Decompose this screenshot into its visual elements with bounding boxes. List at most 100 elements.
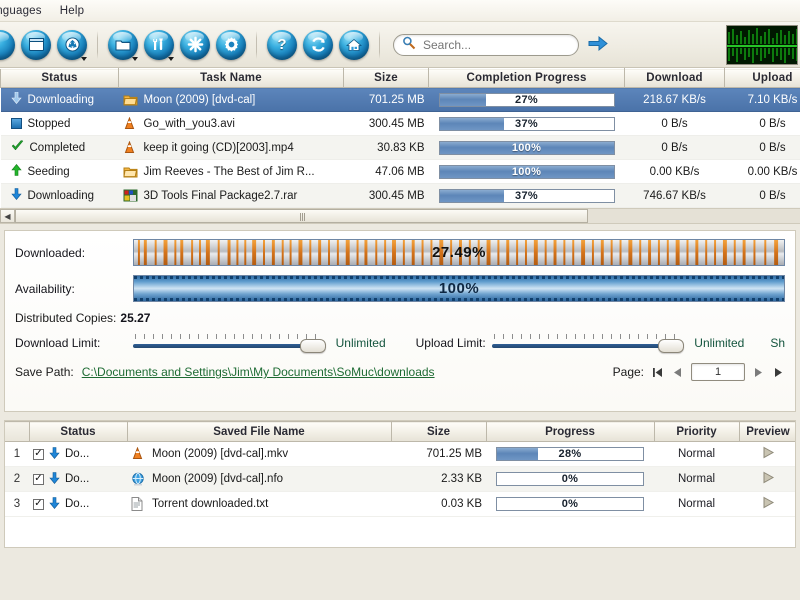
first-page-icon[interactable] (651, 365, 664, 380)
cell-size: 47.06 MB (343, 159, 429, 184)
menu-item-languages[interactable]: Languages (0, 3, 51, 19)
download-limit-slider[interactable] (133, 334, 326, 353)
column-header-upload[interactable]: Upload (724, 68, 800, 88)
toolbar-button-open-folder[interactable] (105, 26, 141, 64)
column-header-completion-progress[interactable]: Completion Progress (428, 68, 625, 88)
wrench-icon (144, 29, 174, 60)
cell-download: 218.67 KB/s (624, 87, 725, 112)
file-checkbox[interactable]: ✓ (33, 498, 44, 510)
progress-label: 100% (511, 165, 542, 178)
status-text: Do... (65, 498, 90, 510)
toolbar: ? (0, 22, 800, 68)
menu-item-help[interactable]: Help (51, 3, 93, 19)
toolbar-button-open-orb[interactable] (0, 26, 18, 64)
toolbar-button-refresh[interactable] (300, 26, 336, 64)
column-header-status[interactable]: Status (0, 68, 119, 88)
progress-label: 37% (515, 189, 538, 202)
column-header-size[interactable]: Size (390, 421, 487, 442)
chevron-down-icon[interactable] (81, 56, 87, 61)
scroll-track[interactable] (15, 209, 800, 223)
list-item[interactable]: 1 ✓ Do... Moon (2009) [dvd-cal].mkv 701.… (5, 441, 795, 467)
column-header-download[interactable]: Download (624, 68, 725, 88)
task-table-horizontal-scrollbar[interactable]: ◀ (0, 208, 800, 224)
cell-preview[interactable] (739, 491, 795, 517)
status-text: Do... (65, 448, 90, 460)
task-name-text: Moon (2009) [dvd-cal] (143, 93, 256, 106)
toolbar-button-help[interactable]: ? (264, 26, 300, 64)
slider-knob[interactable] (299, 339, 326, 353)
toolbar-button-settings[interactable] (213, 26, 249, 64)
scroll-left-icon[interactable]: ◀ (0, 209, 15, 223)
table-row[interactable]: Downloading Moon (2009) [dvd-cal] 701.25… (0, 87, 800, 112)
search-box[interactable] (393, 33, 579, 56)
play-icon[interactable] (762, 446, 775, 462)
file-checkbox[interactable]: ✓ (33, 473, 44, 485)
column-header-preview[interactable]: Preview (738, 421, 795, 442)
toolbar-separator-1 (97, 30, 98, 59)
file-checkbox[interactable]: ✓ (33, 448, 44, 460)
refresh-icon (303, 29, 333, 60)
cell-preview[interactable] (739, 441, 795, 467)
cell-file-name: Moon (2009) [dvd-cal].nfo (127, 466, 391, 492)
cell-size: 300.45 MB (343, 111, 429, 136)
toolbar-button-new-task[interactable] (18, 26, 54, 64)
status-text: Downloading (27, 93, 95, 106)
search-go-icon[interactable] (588, 35, 608, 55)
cell-progress: 27% (428, 87, 625, 112)
availability-bar: 100% (133, 275, 785, 302)
column-header-saved-file-name[interactable]: Saved File Name (126, 421, 392, 442)
toolbar-separator-3 (379, 30, 380, 59)
cell-download: 0.00 KB/s (624, 159, 725, 184)
save-path-link[interactable]: C:\Documents and Settings\Jim\My Documen… (82, 365, 435, 379)
cell-priority[interactable]: Normal (654, 491, 739, 517)
table-row[interactable]: Completed keep it going (CD)[2003].mp4 3… (0, 135, 800, 160)
column-header-size[interactable]: Size (343, 68, 429, 88)
cell-preview[interactable] (739, 466, 795, 492)
cell-progress: 28% (486, 441, 654, 467)
list-item[interactable]: 3 ✓ Do... Torrent downloaded.txt 0.03 KB… (5, 491, 795, 517)
cell-upload: 0.00 KB/s (724, 159, 800, 184)
toolbar-button-connection[interactable] (177, 26, 213, 64)
toolbar-button-delete-task[interactable] (54, 26, 90, 64)
column-header-progress[interactable]: Progress (485, 421, 655, 442)
vlc-cone-icon (123, 116, 138, 131)
page-label: Page: (612, 365, 644, 379)
download-limit-value: Unlimited (335, 336, 386, 350)
play-icon[interactable] (762, 496, 775, 512)
column-header-task-name[interactable]: Task Name (118, 68, 344, 88)
chevron-down-icon[interactable] (132, 56, 138, 61)
cell-priority[interactable]: Normal (654, 466, 739, 492)
toolbar-group-tools (105, 22, 249, 67)
page-input[interactable]: 1 (691, 363, 745, 381)
arrow-down-icon (49, 496, 60, 512)
arrow-down-icon (10, 188, 22, 203)
cell-priority[interactable]: Normal (654, 441, 739, 467)
slider-knob[interactable] (658, 339, 685, 353)
next-page-icon[interactable] (752, 365, 765, 380)
search-input[interactable] (421, 36, 570, 53)
slider-track[interactable] (133, 344, 326, 348)
table-row[interactable]: Downloading 3D Tools Final Package2.7.ra… (0, 183, 800, 208)
recycle-bin-icon (57, 29, 87, 60)
task-table-body: Downloading Moon (2009) [dvd-cal] 701.25… (0, 87, 800, 208)
chevron-down-icon[interactable] (168, 56, 174, 61)
play-icon[interactable] (762, 471, 775, 487)
toolbar-button-home[interactable] (336, 26, 372, 64)
column-header-status[interactable]: Status (28, 421, 128, 442)
slider-track[interactable] (491, 344, 685, 348)
list-item[interactable]: 2 ✓ Do... Moon (2009) [dvd-cal].nfo 2.33… (5, 466, 795, 492)
application-window: Languages Help (0, 0, 800, 600)
upload-limit-slider[interactable] (491, 334, 685, 353)
column-header-priority[interactable]: Priority (653, 421, 740, 442)
last-page-icon[interactable] (772, 365, 785, 380)
progress-bar: 0% (496, 497, 644, 511)
table-row[interactable]: Seeding Jim Reeves - The Best of Jim R..… (0, 159, 800, 184)
prev-page-icon[interactable] (671, 365, 684, 380)
progress-label: 0% (561, 473, 579, 485)
torrent-detail-panel: Downloaded: 27.49% Availability: 100% Di… (4, 230, 796, 412)
table-row[interactable]: Stopped Go_with_you3.avi 300.45 MB 37% 0… (0, 111, 800, 136)
scroll-thumb[interactable] (15, 209, 589, 223)
task-table-header-row: Status Task Name Size Completion Progres… (0, 68, 800, 88)
toolbar-button-tools[interactable] (141, 26, 177, 64)
arrow-up-icon (10, 164, 22, 179)
